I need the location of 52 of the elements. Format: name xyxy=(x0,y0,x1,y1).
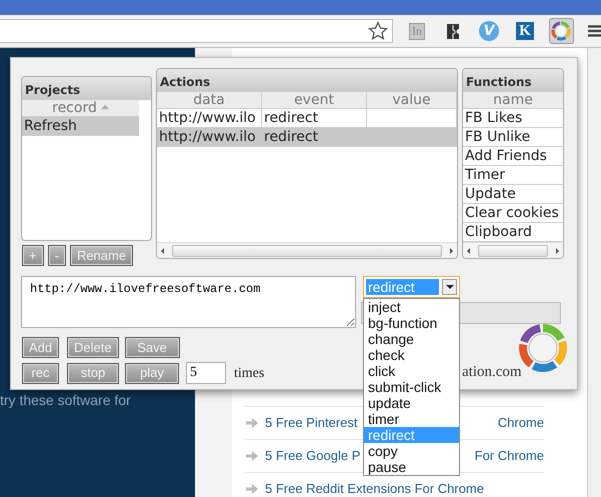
dropdown-option[interactable]: inject xyxy=(364,299,459,315)
page-text: ation.com xyxy=(462,363,522,382)
dropdown-option[interactable]: change xyxy=(364,331,459,347)
puzzle-tile-icon xyxy=(444,22,461,40)
cycle-logo-icon xyxy=(551,21,572,41)
sort-icon xyxy=(100,104,109,112)
dropdown-option[interactable]: copy xyxy=(364,443,459,459)
column-header[interactable]: value xyxy=(367,92,457,109)
dropdown-option[interactable]: submit-click xyxy=(364,379,459,395)
project-row[interactable]: Refresh xyxy=(22,117,139,136)
dropdown-option[interactable]: bg-function xyxy=(364,315,459,331)
table-cell: http://www.ilo xyxy=(157,109,262,127)
column-header[interactable]: name xyxy=(463,92,563,109)
arrow-icon xyxy=(246,451,258,461)
dropdown-option[interactable]: update xyxy=(364,395,459,411)
article-link[interactable]: Chrome xyxy=(498,413,544,433)
dropdown-option[interactable]: click xyxy=(364,363,459,379)
column-header[interactable]: event xyxy=(262,92,367,109)
function-row[interactable]: Clear cookies xyxy=(463,204,563,223)
dropdown-option[interactable]: check xyxy=(364,347,459,363)
function-row[interactable]: Timer xyxy=(463,166,563,185)
times-label: times xyxy=(234,364,264,382)
column-header[interactable]: record xyxy=(22,100,139,117)
function-row[interactable]: Add Friends xyxy=(463,147,563,166)
arrow-icon xyxy=(246,418,258,428)
star-icon[interactable] xyxy=(368,21,388,41)
table-cell: redirect xyxy=(262,128,367,146)
article-link[interactable]: 5 Free Pinterest xyxy=(265,413,358,433)
arrow-icon xyxy=(246,484,258,494)
article-link[interactable]: For Chrome xyxy=(474,446,544,466)
table-cell: http://www.ilo xyxy=(157,128,262,146)
repeat-count-field[interactable]: 5 xyxy=(186,362,226,384)
horizontal-scrollbar[interactable] xyxy=(463,242,563,258)
horizontal-scrollbar[interactable] xyxy=(157,242,457,258)
dropdown-option[interactable]: pause xyxy=(364,459,459,475)
url-input-field[interactable]: http://www.ilovefreesoftware.com xyxy=(21,276,356,328)
panel-title: Actions xyxy=(157,69,457,92)
page-text: try these software for xyxy=(0,391,132,410)
function-row[interactable]: FB Unlike xyxy=(463,128,563,147)
article-link[interactable]: 5 Free Google P xyxy=(265,446,360,466)
action-row[interactable]: http://www.ilo redirect xyxy=(157,128,457,147)
column-header[interactable]: data xyxy=(157,92,262,109)
table-cell: redirect xyxy=(262,109,367,127)
function-row[interactable]: FB Likes xyxy=(463,109,563,128)
menu-icon[interactable] xyxy=(588,25,601,37)
panel-title: Functions xyxy=(463,69,563,92)
extension-button[interactable] xyxy=(548,18,574,44)
dropdown-option[interactable]: timer xyxy=(364,411,459,427)
function-row[interactable]: Update xyxy=(463,185,563,204)
article-link[interactable]: 5 Free Reddit Extensions For Chrome xyxy=(265,479,484,497)
panel-title: Projects xyxy=(22,77,151,100)
page-scrollbar[interactable] xyxy=(587,48,601,497)
